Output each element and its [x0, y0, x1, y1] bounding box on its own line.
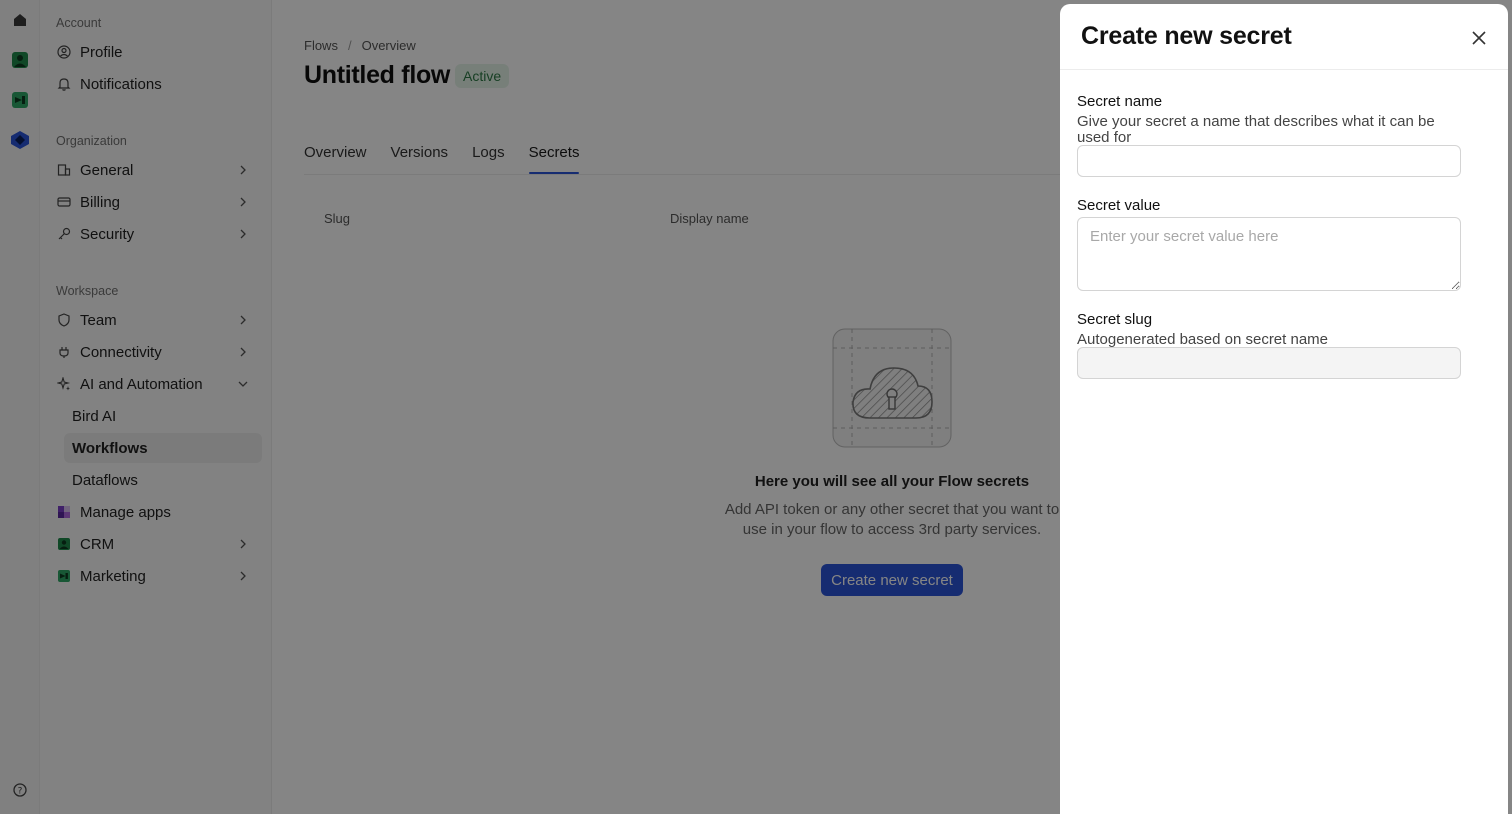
secret-slug-help: Autogenerated based on secret name — [1077, 331, 1329, 348]
drawer-title: Create new secret — [1081, 22, 1292, 50]
secret-value-label: Secret value — [1077, 197, 1161, 214]
create-secret-drawer: Create new secret Secret name Give your … — [1060, 4, 1508, 814]
secret-name-input[interactable] — [1077, 145, 1461, 177]
secret-slug-input — [1077, 347, 1461, 379]
close-icon[interactable] — [1468, 27, 1490, 49]
secret-name-help: Give your secret a name that describes w… — [1077, 113, 1435, 146]
secret-slug-label: Secret slug — [1077, 311, 1153, 328]
secret-value-textarea[interactable] — [1077, 217, 1461, 291]
secret-name-label: Secret name — [1077, 93, 1163, 110]
drawer-divider — [1060, 69, 1508, 70]
